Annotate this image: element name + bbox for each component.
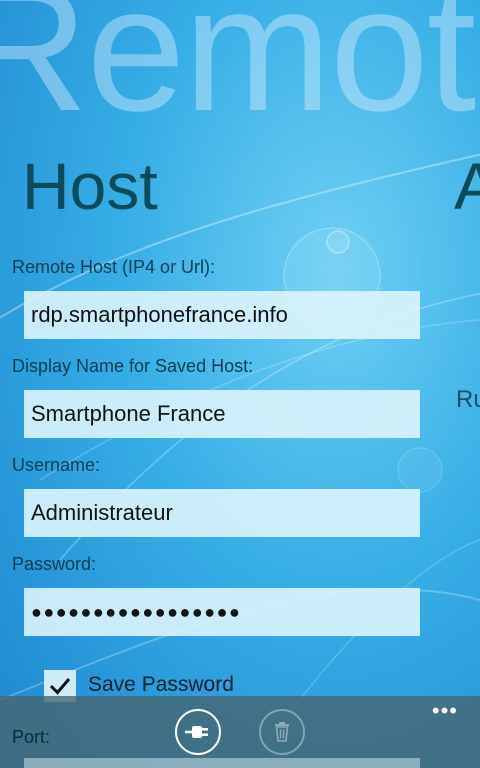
save-password-label[interactable]: Save Password	[88, 673, 234, 697]
delete-button[interactable]	[259, 709, 305, 755]
next-pane-peek-text: Ru	[456, 386, 480, 413]
app-title: Remote Desktop	[0, 0, 480, 148]
screen: Remote Desktop Host A Ru Remote Host (IP…	[0, 0, 480, 768]
display-name-label: Display Name for Saved Host:	[12, 356, 254, 376]
username-label: Username:	[12, 455, 101, 475]
display-name-input[interactable]: Smartphone France	[24, 390, 420, 438]
password-label: Password:	[12, 554, 97, 574]
trash-icon	[275, 722, 289, 742]
connect-button[interactable]	[175, 709, 221, 755]
pivot-header-next[interactable]: A	[454, 148, 480, 224]
port-input[interactable]	[24, 758, 420, 768]
port-label: Port:	[12, 727, 51, 747]
plug-icon	[185, 726, 208, 738]
username-input[interactable]: Administrateur	[24, 489, 420, 537]
pivot-header-host[interactable]: Host	[22, 148, 158, 224]
remote-host-label: Remote Host (IP4 or Url):	[12, 257, 216, 277]
remote-host-input[interactable]: rdp.smartphonefrance.info	[24, 291, 420, 339]
more-options-ellipsis[interactable]: •••	[432, 700, 458, 722]
password-input[interactable]: ●●●●●●●●●●●●●●●●●	[24, 588, 420, 636]
